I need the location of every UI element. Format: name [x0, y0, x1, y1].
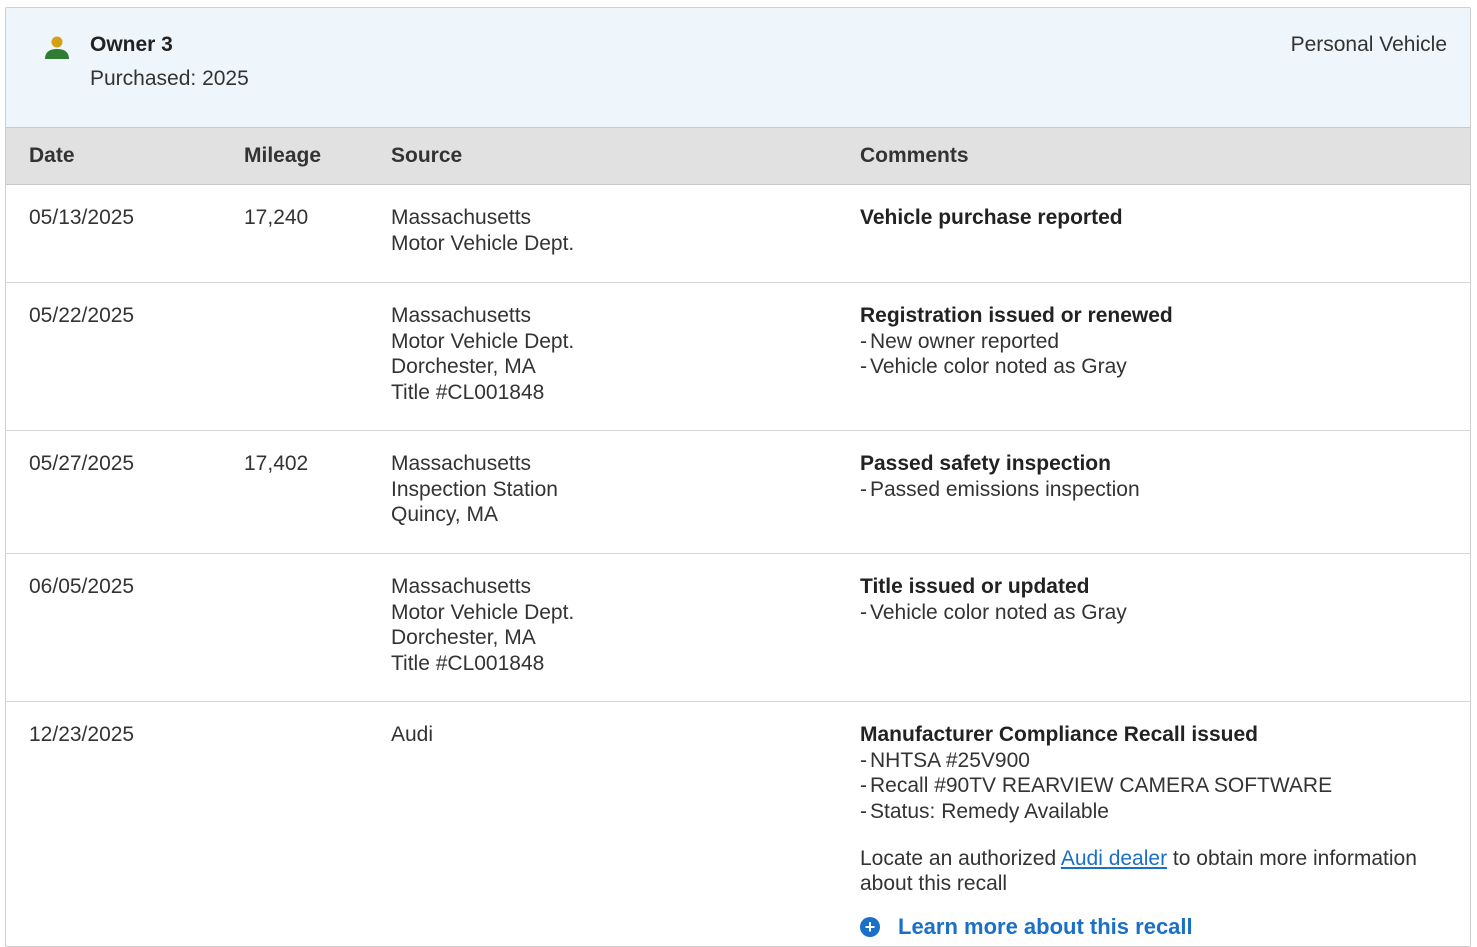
person-icon	[45, 36, 69, 59]
comment-bullet: - Recall #90TV REARVIEW CAMERA SOFTWARE	[860, 774, 1333, 797]
source-line: Audi	[391, 723, 434, 746]
learn-more-label: Learn more about this recall	[898, 914, 1193, 939]
row-date: 12/23/2025	[29, 723, 135, 746]
comment-bullet: - Vehicle color noted as Gray	[860, 600, 1127, 624]
source-line: Dorchester, MA	[391, 355, 536, 378]
comment-bullet: - NHTSA #25V900	[860, 748, 1030, 772]
header-date: Date	[29, 144, 75, 167]
owner-vehicle-type: Personal Vehicle	[1290, 33, 1447, 56]
plus-circle-icon: +	[860, 916, 880, 937]
owner-name: Owner 3	[90, 33, 173, 56]
source-line: Title #CL001848	[391, 651, 545, 675]
owner-header: Owner 3 Purchased: 2025 Personal Vehicle	[6, 8, 1470, 128]
source-line: Title #CL001848	[391, 380, 545, 404]
header-mileage: Mileage	[244, 144, 322, 167]
row-date: 06/05/2025	[29, 575, 135, 598]
table-row: 05/13/2025 17,240 Massachusetts Motor Ve…	[6, 185, 1470, 283]
recall-dealer-text: Locate an authorized Audi dealer to obta…	[860, 847, 1417, 895]
source-line: Inspection Station	[391, 477, 558, 501]
row-comments: Vehicle purchase reported	[860, 205, 1460, 231]
source-line: Massachusetts	[391, 304, 532, 327]
source-line: Massachusetts	[391, 452, 532, 475]
row-date: 05/13/2025	[29, 206, 135, 229]
source-line: Motor Vehicle Dept.	[391, 600, 575, 624]
comment-title: Manufacturer Compliance Recall issued	[860, 723, 1258, 746]
comment-title: Vehicle purchase reported	[860, 206, 1123, 229]
row-mileage: 17,402	[244, 452, 309, 475]
ownership-history-panel: Owner 3 Purchased: 2025 Personal Vehicle…	[5, 7, 1471, 947]
table-row: 06/05/2025 Massachusetts Motor Vehicle D…	[6, 554, 1470, 702]
table-row: 05/27/2025 17,402 Massachusetts Inspecti…	[6, 431, 1470, 554]
comment-bullet: - Status: Remedy Available	[860, 799, 1109, 823]
comment-title: Registration issued or renewed	[860, 304, 1173, 327]
row-comments: Passed safety inspection - Passed emissio…	[860, 451, 1460, 502]
row-source: Massachusetts Inspection Station Quincy,…	[391, 451, 831, 528]
row-source: Audi	[391, 722, 831, 748]
learn-more-recall-link[interactable]: + Learn more about this recall	[860, 914, 1460, 940]
row-comments: Registration issued or renewed - New owne…	[860, 303, 1460, 380]
header-source: Source	[391, 144, 463, 167]
source-line: Quincy, MA	[391, 503, 498, 526]
comment-title: Passed safety inspection	[860, 452, 1111, 475]
row-source: Massachusetts Motor Vehicle Dept. Dorche…	[391, 574, 831, 676]
table-header: Date Mileage Source Comments	[6, 128, 1470, 185]
header-comments: Comments	[860, 144, 969, 167]
row-source: Massachusetts Motor Vehicle Dept.	[391, 205, 831, 256]
table-row: 12/23/2025 Audi Manufacturer Compliance …	[6, 702, 1470, 946]
source-line: Dorchester, MA	[391, 626, 536, 649]
row-comments: Title issued or updated - Vehicle color n…	[860, 574, 1460, 625]
row-source: Massachusetts Motor Vehicle Dept. Dorche…	[391, 303, 831, 405]
source-line: Massachusetts	[391, 575, 532, 598]
row-mileage: 17,240	[244, 206, 309, 229]
source-line: Motor Vehicle Dept.	[391, 231, 575, 255]
comment-bullet: - New owner reported	[860, 329, 1060, 353]
source-line: Massachusetts	[391, 206, 532, 229]
row-date: 05/22/2025	[29, 304, 135, 327]
audi-dealer-link[interactable]: Audi dealer	[1061, 847, 1167, 870]
source-line: Motor Vehicle Dept.	[391, 329, 575, 353]
comment-title: Title issued or updated	[860, 575, 1090, 598]
comment-bullet: - Passed emissions inspection	[860, 477, 1140, 501]
owner-purchased: Purchased: 2025	[90, 67, 249, 90]
row-date: 05/27/2025	[29, 452, 135, 475]
comment-bullet: - Vehicle color noted as Gray	[860, 355, 1127, 378]
table-row: 05/22/2025 Massachusetts Motor Vehicle D…	[6, 283, 1470, 431]
row-comments: Manufacturer Compliance Recall issued -N…	[860, 722, 1460, 940]
